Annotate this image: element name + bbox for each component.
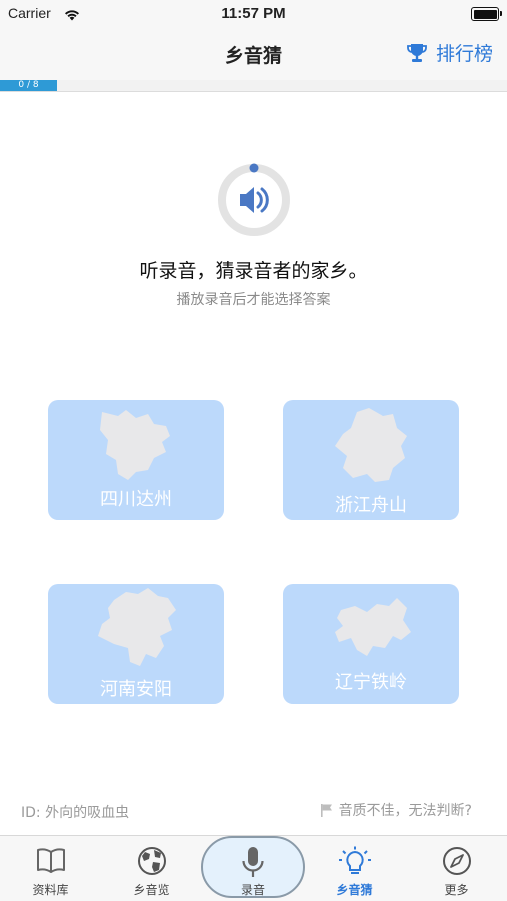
region-map-icon bbox=[335, 408, 407, 482]
answer-option-label: 四川达州 bbox=[100, 489, 172, 510]
question-progress-bar: 0 / 8 bbox=[0, 80, 507, 92]
report-label: 音质不佳，无法判断? bbox=[338, 803, 472, 819]
status-bar: Carrier 11:57 PM bbox=[0, 0, 507, 28]
navigation-bar: 乡音猜 排行榜 bbox=[0, 28, 507, 80]
region-map-icon bbox=[100, 410, 170, 480]
answer-option-4[interactable]: 辽宁铁岭 bbox=[283, 584, 459, 704]
leaderboard-label: 排行榜 bbox=[435, 43, 493, 65]
play-recording-button[interactable] bbox=[216, 162, 292, 238]
tab-library[interactable]: 资料库 bbox=[0, 836, 101, 901]
speaker-icon bbox=[240, 187, 269, 213]
progress-label: 0 / 8 bbox=[18, 80, 39, 90]
globe-icon bbox=[137, 847, 166, 875]
answer-option-2[interactable]: 浙江舟山 bbox=[283, 400, 459, 520]
region-map-icon bbox=[98, 588, 176, 666]
playback-progress-knob bbox=[249, 163, 259, 173]
microphone-icon bbox=[242, 847, 264, 877]
tab-label: 乡音览 bbox=[133, 883, 170, 897]
lightbulb-icon bbox=[338, 846, 371, 874]
tab-dialect-guess[interactable]: 乡音猜 bbox=[304, 836, 405, 901]
battery-icon bbox=[471, 7, 502, 21]
leaderboard-button[interactable]: 排行榜 bbox=[406, 39, 493, 66]
answer-option-1[interactable]: 四川达州 bbox=[48, 400, 224, 520]
compass-icon bbox=[442, 847, 471, 875]
tab-more[interactable]: 更多 bbox=[406, 836, 507, 901]
user-id-label: ID: 外向的吸血虫 bbox=[21, 805, 130, 821]
report-poor-audio-button[interactable]: 音质不佳，无法判断? bbox=[320, 800, 472, 820]
flag-icon bbox=[320, 803, 332, 817]
question-prompt: 听录音，猜录音者的家乡。 bbox=[139, 260, 368, 282]
region-map-icon bbox=[335, 598, 411, 656]
trophy-icon bbox=[407, 43, 427, 62]
answer-option-label: 辽宁铁岭 bbox=[335, 672, 407, 693]
tab-label: 乡音猜 bbox=[336, 883, 373, 897]
tab-label: 更多 bbox=[444, 883, 469, 897]
tab-label: 资料库 bbox=[32, 883, 69, 897]
answer-option-3[interactable]: 河南安阳 bbox=[48, 584, 224, 704]
book-icon bbox=[36, 848, 65, 873]
clock: 11:57 PM bbox=[221, 5, 286, 22]
answer-option-label: 浙江舟山 bbox=[335, 495, 407, 516]
tab-label: 录音 bbox=[240, 883, 265, 897]
answer-option-label: 河南安阳 bbox=[100, 679, 172, 700]
question-hint: 播放录音后才能选择答案 bbox=[176, 292, 331, 308]
tab-dialect-browse[interactable]: 乡音览 bbox=[101, 836, 202, 901]
tab-record[interactable]: 录音 bbox=[201, 836, 305, 898]
